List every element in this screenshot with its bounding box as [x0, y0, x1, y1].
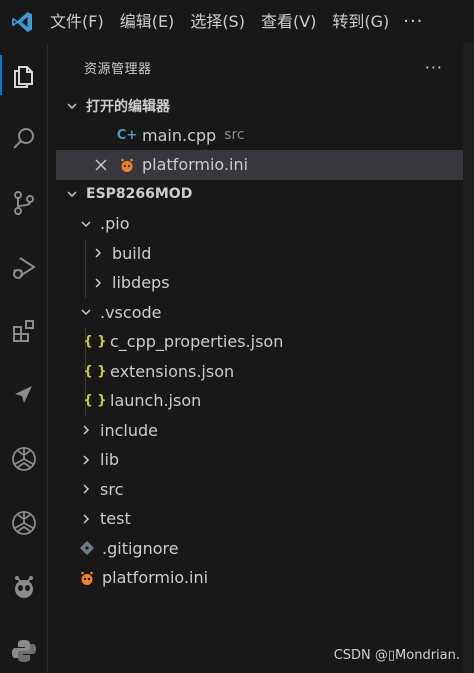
tree-item-label: test — [100, 509, 131, 529]
chevron-right-icon — [78, 481, 94, 497]
tree-folder[interactable]: include — [56, 416, 463, 446]
menu-file[interactable]: 文件(F) — [44, 0, 112, 43]
chevron-down-icon — [78, 216, 94, 232]
platformio-file-icon — [118, 156, 136, 174]
tree-item-label: lib — [100, 450, 120, 470]
chevron-right-icon — [78, 511, 94, 527]
menu-edit[interactable]: 编辑(E) — [112, 0, 183, 43]
watermark: CSDN @▯Mondrian. — [333, 648, 460, 663]
tree-folder[interactable]: lib — [56, 445, 463, 475]
open-editor-name: platformio.ini — [142, 155, 249, 175]
activity-bar — [0, 43, 48, 673]
json-file-icon: { } — [83, 393, 107, 409]
scrollbar-track[interactable] — [463, 43, 474, 673]
tree-folder[interactable]: libdeps — [56, 268, 463, 298]
tree-item-label: build — [112, 243, 152, 263]
tree-item-label: include — [100, 420, 158, 440]
open-editor-item[interactable]: C+ main.cpp src — [56, 121, 463, 151]
tree-item-label: launch.json — [110, 391, 202, 411]
platformio-file-icon — [78, 569, 96, 587]
search-icon[interactable] — [0, 115, 48, 163]
project-name: ESP8266MOD — [86, 186, 193, 203]
section-project[interactable]: ESP8266MOD — [56, 180, 463, 210]
close-icon[interactable] — [92, 156, 110, 174]
tree-file[interactable]: platformio.ini — [56, 563, 463, 593]
menu-view[interactable]: 查看(V) — [253, 0, 324, 43]
explorer-more-icon[interactable]: ··· — [425, 58, 443, 77]
chevron-down-icon — [64, 186, 80, 202]
tree-folder[interactable]: src — [56, 475, 463, 505]
open-editor-desc: src — [224, 127, 245, 144]
extensions-icon[interactable] — [0, 307, 48, 355]
tree-folder[interactable]: .vscode — [56, 298, 463, 328]
json-file-icon: { } — [83, 363, 107, 379]
section-open-editors[interactable]: 打开的编辑器 — [56, 91, 463, 121]
explorer-icon[interactable] — [0, 51, 48, 99]
tree-file[interactable]: { } extensions.json — [56, 357, 463, 387]
menu-bar: 文件(F) 编辑(E) 选择(S) 查看(V) 转到(G) ··· — [0, 0, 474, 43]
open-editor-item[interactable]: platformio.ini — [56, 150, 463, 180]
explorer-sidebar: 资源管理器 ··· 打开的编辑器 C+ main.cpp src platfor… — [56, 43, 463, 673]
tree-item-label: .vscode — [100, 302, 162, 322]
python-icon[interactable] — [0, 627, 48, 673]
tree-file[interactable]: { } c_cpp_properties.json — [56, 327, 463, 357]
chevron-down-icon — [78, 304, 94, 320]
explorer-header: 资源管理器 ··· — [56, 43, 463, 91]
tree-file[interactable]: .gitignore — [56, 534, 463, 564]
tree-folder[interactable]: build — [56, 239, 463, 269]
tree-item-label: c_cpp_properties.json — [110, 332, 284, 352]
tree-folder[interactable]: .pio — [56, 209, 463, 239]
tree-item-label: .pio — [100, 214, 130, 234]
chevron-right-icon — [78, 422, 94, 438]
menu-selection[interactable]: 选择(S) — [182, 0, 253, 43]
git-file-icon — [78, 539, 96, 557]
explorer-title: 资源管理器 — [84, 61, 152, 77]
platformio-icon[interactable] — [0, 563, 48, 611]
tree-item-label: libdeps — [112, 273, 170, 293]
tree-item-label: platformio.ini — [102, 568, 209, 588]
cpp-file-icon: C+ — [116, 127, 138, 143]
vscode-logo-icon[interactable] — [0, 0, 44, 43]
chevron-down-icon — [64, 98, 80, 114]
file-tree: .pio build libdeps .vscode { } c_cpp_pro… — [56, 209, 463, 593]
tree-item-label: extensions.json — [110, 361, 235, 381]
chevron-right-icon — [90, 245, 106, 261]
chatgpt-icon[interactable] — [0, 499, 48, 547]
section-open-editors-label: 打开的编辑器 — [86, 98, 170, 115]
chatgpt-icon[interactable] — [0, 435, 48, 483]
menu-go[interactable]: 转到(G) — [324, 0, 397, 43]
tree-folder[interactable]: test — [56, 504, 463, 534]
source-control-icon[interactable] — [0, 179, 48, 227]
json-file-icon: { } — [83, 334, 107, 350]
menu-more-icon[interactable]: ··· — [403, 11, 423, 32]
chevron-right-icon — [78, 452, 94, 468]
chevron-right-icon — [90, 275, 106, 291]
open-editor-name: main.cpp — [142, 125, 217, 145]
tree-item-label: .gitignore — [102, 538, 179, 558]
tree-item-label: src — [100, 479, 124, 499]
tree-file[interactable]: { } launch.json — [56, 386, 463, 416]
send-icon[interactable] — [0, 371, 48, 419]
run-debug-icon[interactable] — [0, 243, 48, 291]
